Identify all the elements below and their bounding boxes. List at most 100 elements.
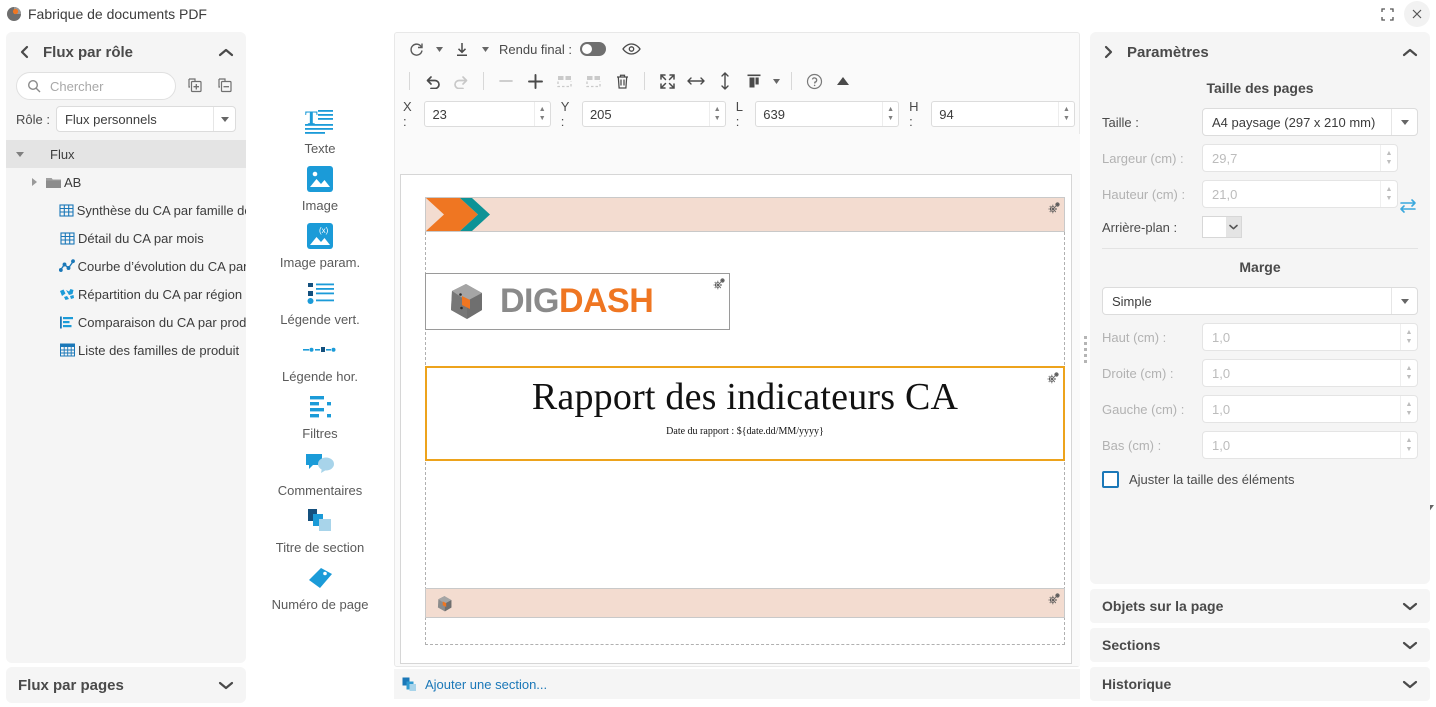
tree-item-3[interactable]: Détail du CA par mois (6, 224, 246, 252)
ungroup-icon[interactable] (580, 69, 606, 93)
expand-all-icon[interactable] (184, 75, 206, 97)
chevron-down-icon[interactable] (1402, 640, 1418, 651)
footer-band[interactable] (425, 588, 1065, 618)
tree-item-5[interactable]: Répartition du CA par région (6, 280, 246, 308)
help-circle-icon[interactable] (801, 69, 827, 93)
h-input[interactable] (932, 102, 1058, 126)
refresh-caret-down-icon[interactable] (433, 46, 445, 52)
triangle-up-icon[interactable] (830, 69, 856, 93)
margin-mode-combo[interactable]: Simple (1102, 287, 1418, 315)
palette-tool-l-gende-vert[interactable]: Légende vert. (252, 276, 388, 327)
comments-tool-icon[interactable] (305, 447, 335, 481)
digdash-logo-element[interactable]: DIGDASH (425, 273, 730, 330)
parametric-image-tool-icon[interactable]: (x) (306, 219, 334, 253)
report-title-element[interactable]: Rapport des indicateurs CA Date du rappo… (425, 366, 1065, 461)
x-spinner[interactable]: ▲▼ (424, 101, 551, 127)
palette-tool-texte[interactable]: T Texte (252, 105, 388, 156)
palette-tool-commentaires[interactable]: Commentaires (252, 447, 388, 498)
undo-icon[interactable] (419, 69, 445, 93)
l-spinner[interactable]: ▲▼ (755, 101, 900, 127)
l-input[interactable] (756, 102, 883, 126)
chevron-down-icon[interactable] (1402, 679, 1418, 690)
horizontal-legend-tool-icon[interactable] (303, 333, 337, 367)
palette-tool-num-ro-de-page[interactable]: Numéro de page (252, 561, 388, 612)
tree-item-7[interactable]: Liste des familles de produit (6, 336, 246, 364)
caret-down-icon[interactable] (1391, 288, 1417, 314)
trash-icon[interactable] (609, 69, 635, 93)
fit-elements-row[interactable]: Ajuster la taille des éléments (1090, 467, 1430, 492)
group-icon[interactable] (551, 69, 577, 93)
arrows-horizontal-icon[interactable] (683, 69, 709, 93)
fit-page-icon[interactable] (654, 69, 680, 93)
chevron-right-icon[interactable] (1102, 45, 1115, 59)
palette-tool-l-gende-hor[interactable]: Légende hor. (252, 333, 388, 384)
caret-down-icon[interactable] (213, 107, 235, 131)
twisty-icon[interactable] (26, 178, 42, 186)
chevron-up-icon[interactable] (218, 47, 234, 58)
palette-tool-filtres[interactable]: Filtres (252, 390, 388, 441)
text-tool-icon[interactable]: T (305, 105, 335, 139)
gear-icon[interactable] (1047, 371, 1060, 387)
download-icon[interactable] (449, 37, 475, 61)
filters-tool-icon[interactable] (306, 390, 334, 424)
tree-item-0[interactable]: Flux (6, 140, 246, 168)
chevron-left-icon[interactable] (18, 45, 31, 59)
add-section-label[interactable]: Ajouter une section... (425, 677, 547, 692)
h-spinner[interactable]: ▲▼ (931, 101, 1075, 127)
vertical-legend-tool-icon[interactable] (305, 276, 335, 310)
image-tool-icon[interactable] (306, 162, 334, 196)
maximize-button[interactable] (1374, 1, 1400, 27)
tree-item-1[interactable]: AB (6, 168, 246, 196)
flux-by-pages-panel[interactable]: Flux par pages (6, 667, 246, 703)
align-icon[interactable] (741, 69, 767, 93)
chevron-down-icon[interactable] (1225, 217, 1241, 237)
eye-icon[interactable] (618, 37, 644, 61)
header-band[interactable] (425, 197, 1065, 232)
accordion-history[interactable]: Historique (1090, 667, 1430, 701)
search-input[interactable] (48, 77, 165, 95)
caret-down-icon[interactable] (1391, 109, 1417, 135)
palette-tool-image-param[interactable]: (x) Image param. (252, 219, 388, 270)
gear-icon[interactable] (713, 277, 726, 293)
y-spinner-arrows[interactable]: ▲ ▼ (708, 102, 725, 126)
y-input[interactable] (582, 102, 709, 126)
tree-item-2[interactable]: Synthèse du CA par famille de (6, 196, 246, 224)
panel-splitter[interactable] (1080, 32, 1090, 667)
redo-icon[interactable] (448, 69, 474, 93)
close-button[interactable] (1404, 1, 1430, 27)
fit-elements-checkbox[interactable] (1102, 471, 1119, 488)
align-caret-down-icon[interactable] (770, 78, 782, 84)
x-input[interactable] (425, 102, 534, 126)
accordion-objects-on-page[interactable]: Objets sur la page (1090, 589, 1430, 623)
swap-orientation-icon[interactable] (1398, 198, 1418, 217)
refresh-icon[interactable] (403, 37, 429, 61)
tree-item-4[interactable]: Courbe d’évolution du CA par (6, 252, 246, 280)
collapse-all-icon[interactable] (214, 75, 236, 97)
render-final-toggle[interactable] (580, 42, 606, 56)
gear-icon[interactable] (1048, 201, 1061, 217)
twisty-icon[interactable] (12, 150, 28, 158)
background-color-picker[interactable] (1202, 216, 1242, 238)
l-spinner-arrows[interactable]: ▲ ▼ (882, 102, 898, 126)
palette-tool-image[interactable]: Image (252, 162, 388, 213)
x-spinner-arrows[interactable]: ▲ ▼ (533, 102, 550, 126)
page-size-combo[interactable]: A4 paysage (297 x 210 mm) (1202, 108, 1418, 136)
page-sheet[interactable]: DIGDASH Rapport des indicateurs CA Date … (400, 174, 1072, 664)
y-spinner[interactable]: ▲▼ (581, 101, 726, 127)
tree-item-6[interactable]: Comparaison du CA par prod (6, 308, 246, 336)
add-section-bar[interactable]: Ajouter une section... (394, 669, 1080, 699)
section-title-tool-icon[interactable] (307, 504, 333, 538)
arrows-vertical-icon[interactable] (712, 69, 738, 93)
role-combo[interactable]: Flux personnels (55, 106, 236, 132)
minus-icon[interactable] (493, 69, 519, 93)
accordion-sections[interactable]: Sections (1090, 628, 1430, 662)
search-box[interactable] (16, 72, 176, 100)
page-number-tool-icon[interactable] (306, 561, 334, 595)
document-canvas[interactable]: DIGDASH Rapport des indicateurs CA Date … (396, 134, 1080, 666)
palette-tool-titre-de-section[interactable]: Titre de section (252, 504, 388, 555)
chevron-down-icon[interactable] (1402, 601, 1418, 612)
plus-icon[interactable] (522, 69, 548, 93)
chevron-up-icon[interactable] (1402, 47, 1418, 58)
chevron-down-icon[interactable] (218, 680, 234, 691)
download-caret-down-icon[interactable] (479, 46, 491, 52)
